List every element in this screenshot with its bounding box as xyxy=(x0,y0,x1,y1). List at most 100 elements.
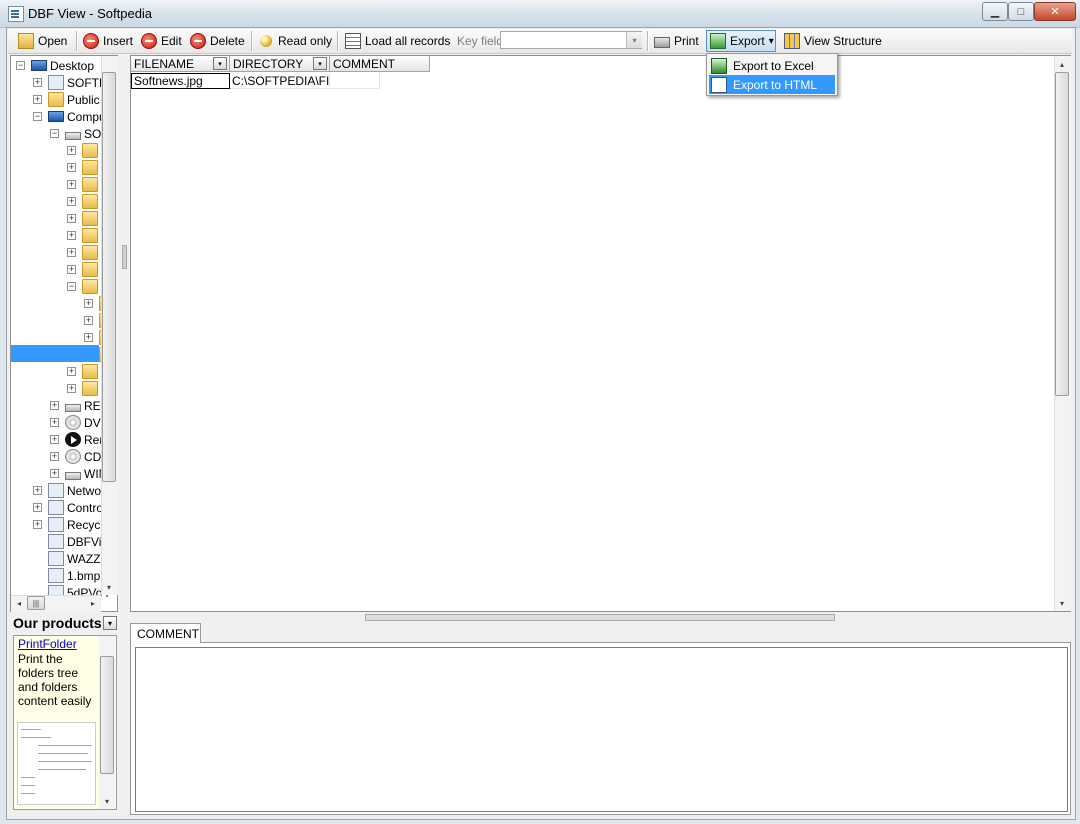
tree-expander[interactable]: + xyxy=(67,231,76,240)
directory-filter-button[interactable]: ▾ xyxy=(313,57,327,70)
tree-expander[interactable]: + xyxy=(50,401,59,410)
tree-item[interactable]: + Control xyxy=(33,499,106,516)
key-field-dropdown-arrow[interactable]: ▾ xyxy=(626,32,642,48)
title-bar[interactable] xyxy=(0,0,1080,28)
tree-expander[interactable]: + xyxy=(67,248,76,257)
tree-item[interactable]: +I xyxy=(67,193,104,210)
tree-expander[interactable]: + xyxy=(67,197,76,206)
close-button[interactable]: ✕ xyxy=(1034,2,1076,21)
edit-button[interactable]: Edit xyxy=(141,31,182,51)
export-icon xyxy=(710,33,726,49)
product-link[interactable]: PrintFolder xyxy=(18,637,77,651)
tree-expander[interactable]: + xyxy=(33,486,42,495)
tree-item[interactable]: + Public xyxy=(33,91,100,108)
tree-expander[interactable]: − xyxy=(67,282,76,291)
tree-expander[interactable]: + xyxy=(50,469,59,478)
tree-item[interactable]: − Comput xyxy=(33,108,109,125)
folder-icon xyxy=(82,160,98,175)
delete-button[interactable]: Delete xyxy=(190,31,245,51)
grid-cell-comment[interactable] xyxy=(330,73,380,89)
grid-cell-directory[interactable]: C:\SOFTPEDIA\FIS xyxy=(230,73,330,89)
tree-item[interactable]: WAZZ xyxy=(33,550,101,567)
tree-scroll-right-arrow[interactable]: ▸ xyxy=(86,596,100,610)
tree-expander[interactable]: + xyxy=(67,384,76,393)
grid-scroll-up-arrow[interactable]: ▴ xyxy=(1055,57,1069,71)
tree-item-label: Networ xyxy=(67,483,106,498)
tree-item[interactable]: + Recycle xyxy=(33,516,110,533)
tree-item[interactable]: +I xyxy=(67,159,104,176)
tree-item[interactable]: +I xyxy=(67,261,104,278)
tree-expander[interactable]: + xyxy=(67,367,76,376)
tree-item[interactable]: +I xyxy=(67,227,104,244)
menu-item-export-html[interactable]: Export to HTML xyxy=(709,75,835,94)
tab-comment[interactable]: COMMENT xyxy=(130,623,201,643)
app-file-icon xyxy=(48,534,64,549)
tree-expander[interactable]: + xyxy=(33,503,42,512)
minimize-button[interactable]: ▁ xyxy=(982,2,1008,21)
menu-item-export-excel[interactable]: Export to Excel xyxy=(709,56,835,75)
our-products-dropdown[interactable]: ▾ xyxy=(103,616,117,630)
tree-expander[interactable]: + xyxy=(50,435,59,444)
printer-icon xyxy=(654,37,670,48)
tree-expander[interactable]: + xyxy=(84,299,93,308)
tree-horizontal-scroll-thumb[interactable]: ||| xyxy=(27,596,45,610)
tree-expander[interactable]: + xyxy=(50,452,59,461)
tree-expander[interactable]: + xyxy=(84,333,93,342)
tree-expander[interactable]: − xyxy=(50,129,59,138)
tree-item[interactable]: + SOFTP xyxy=(33,74,107,91)
tree-item[interactable]: +I xyxy=(67,210,104,227)
tree-vertical-scroll-thumb[interactable] xyxy=(102,72,116,482)
print-button[interactable]: Print xyxy=(654,31,699,51)
open-button[interactable]: Open xyxy=(18,31,67,51)
tree-expander[interactable]: + xyxy=(67,214,76,223)
export-button[interactable]: Export ▾ xyxy=(710,31,774,51)
tree-item[interactable]: + CD xyxy=(50,448,101,465)
tree-item[interactable]: +I xyxy=(67,244,104,261)
filename-filter-button[interactable]: ▾ xyxy=(213,57,227,70)
tree-item[interactable]: +I xyxy=(67,363,104,380)
window-title: DBF View - Softpedia xyxy=(28,6,153,21)
column-header-comment[interactable]: COMMENT xyxy=(330,56,430,72)
tree-expander[interactable]: − xyxy=(33,112,42,121)
tree-expander[interactable]: + xyxy=(50,418,59,427)
tree-item[interactable]: +I xyxy=(67,176,104,193)
tree-item[interactable]: − SOF xyxy=(50,125,109,142)
tree-item[interactable]: 1.bmp xyxy=(33,567,100,584)
grid-vertical-scroll-thumb[interactable] xyxy=(1055,72,1069,396)
tree-expander[interactable]: + xyxy=(33,78,42,87)
tree-expander[interactable]: + xyxy=(67,265,76,274)
tree-expander[interactable]: − xyxy=(16,61,25,70)
vertical-splitter[interactable] xyxy=(120,55,128,812)
maximize-button[interactable]: □ xyxy=(1008,2,1034,21)
folder-icon xyxy=(82,381,98,396)
folder-icon xyxy=(82,245,98,260)
grid-scroll-down-arrow[interactable]: ▾ xyxy=(1055,596,1069,610)
app-icon xyxy=(8,6,24,22)
tree-expander[interactable]: + xyxy=(67,146,76,155)
tree-item[interactable]: + Networ xyxy=(33,482,105,499)
products-scroll-thumb[interactable] xyxy=(100,656,114,774)
tree-expander[interactable]: + xyxy=(67,163,76,172)
tree-expander[interactable]: + xyxy=(33,95,42,104)
tree-scroll-down-arrow[interactable]: ▾ xyxy=(102,580,116,594)
key-field-input[interactable] xyxy=(500,31,642,49)
tree-item[interactable]: DBFVie xyxy=(33,533,108,550)
insert-button[interactable]: Insert xyxy=(83,31,133,51)
tree-expander[interactable]: + xyxy=(84,316,93,325)
products-scroll-down-arrow[interactable]: ▾ xyxy=(100,794,114,808)
grid-cell-filename[interactable]: Softnews.jpg xyxy=(131,73,230,89)
load-all-records-button[interactable]: Load all records xyxy=(345,31,450,51)
tree-item[interactable]: + WIN xyxy=(50,465,107,482)
view-structure-button[interactable]: View Structure xyxy=(784,31,882,51)
comment-memo[interactable] xyxy=(135,647,1068,812)
tree-expander[interactable]: + xyxy=(67,180,76,189)
data-grid[interactable] xyxy=(130,55,1071,612)
tree-item[interactable]: +. xyxy=(67,142,104,159)
horizontal-splitter-grip[interactable] xyxy=(365,614,835,621)
read-only-button[interactable]: Read only xyxy=(258,31,332,51)
vertical-splitter-grip[interactable] xyxy=(122,245,127,269)
tree-item[interactable]: − Desktop xyxy=(16,57,94,74)
tree-scroll-left-arrow[interactable]: ◂ xyxy=(12,596,26,610)
product-screenshot-thumbnail[interactable] xyxy=(17,722,96,805)
tree-expander[interactable]: + xyxy=(33,520,42,529)
